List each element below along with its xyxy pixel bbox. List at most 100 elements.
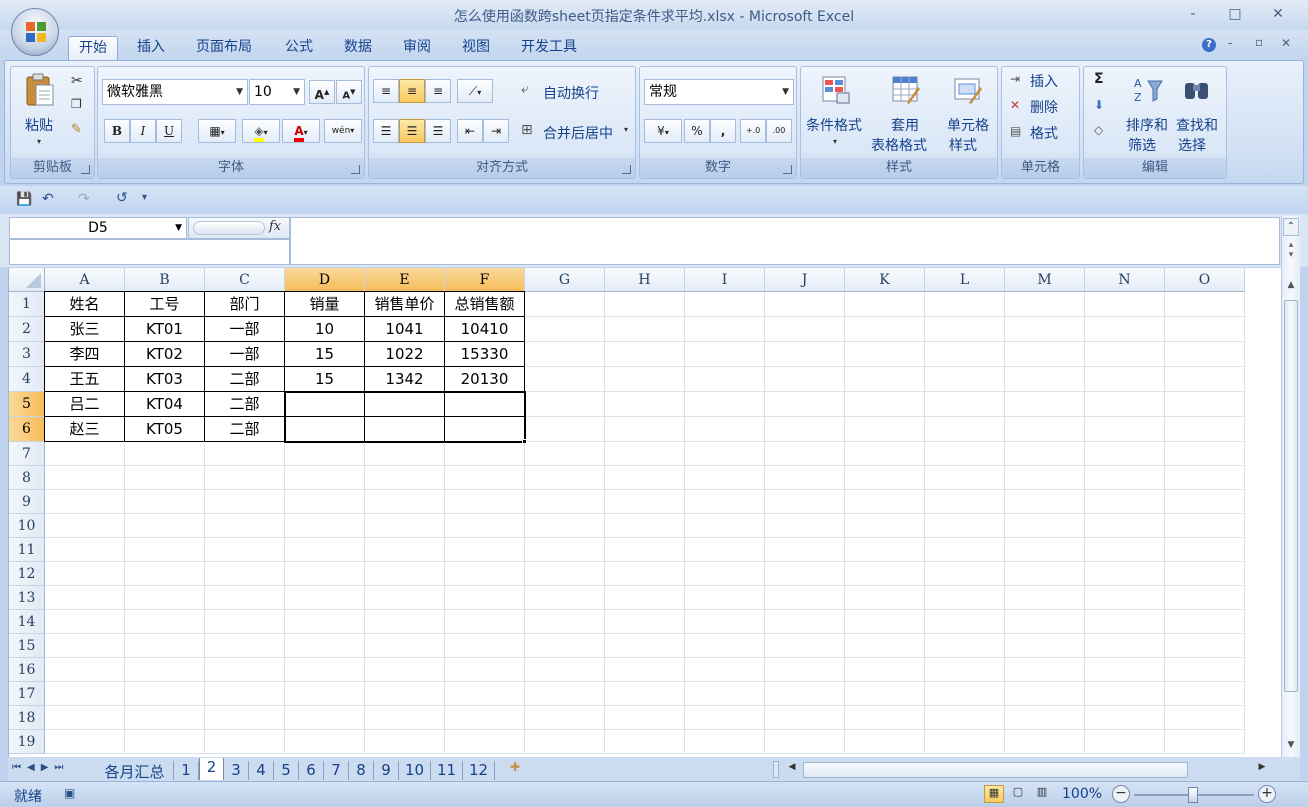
cell-m9[interactable] — [1005, 490, 1085, 514]
cell-j3[interactable] — [765, 342, 845, 367]
cell-i12[interactable] — [685, 562, 765, 586]
cell-h9[interactable] — [605, 490, 685, 514]
zoom-level[interactable]: 100% — [1062, 786, 1102, 802]
percent-button[interactable]: % — [684, 119, 710, 143]
cell-a8[interactable] — [45, 466, 125, 490]
tab-insert[interactable]: 插入 — [127, 36, 175, 60]
cell-e19[interactable] — [365, 730, 445, 754]
cell-g12[interactable] — [525, 562, 605, 586]
maximize-button[interactable]: □ — [1222, 4, 1248, 24]
cell-n11[interactable] — [1085, 538, 1165, 562]
cell-m15[interactable] — [1005, 634, 1085, 658]
clipboard-dialog-launcher[interactable] — [81, 165, 90, 174]
sheet-tab-8[interactable]: 8 — [349, 761, 374, 780]
font-size-combo[interactable]: 10 ▼ — [249, 79, 305, 105]
merge-center-button[interactable]: 合并后居中 — [543, 123, 613, 143]
cell-g17[interactable] — [525, 682, 605, 706]
delete-cells-button[interactable]: 删除 — [1030, 97, 1058, 117]
cell-i14[interactable] — [685, 610, 765, 634]
cell-d14[interactable] — [285, 610, 365, 634]
column-header-c[interactable]: C — [205, 268, 285, 292]
cell-c9[interactable] — [205, 490, 285, 514]
collapse-formula-icon[interactable]: ⌃ — [1283, 218, 1299, 236]
align-bottom-button[interactable]: ≡ — [425, 79, 451, 103]
cell-j8[interactable] — [765, 466, 845, 490]
cell-g13[interactable] — [525, 586, 605, 610]
cell-c6[interactable]: 二部 — [204, 416, 285, 442]
row-header-13[interactable]: 13 — [9, 586, 45, 610]
cell-f5[interactable] — [444, 391, 525, 417]
cell-i1[interactable] — [685, 292, 765, 317]
cell-d17[interactable] — [285, 682, 365, 706]
cell-n18[interactable] — [1085, 706, 1165, 730]
normal-view-icon[interactable]: ▦ — [984, 785, 1004, 803]
cell-g18[interactable] — [525, 706, 605, 730]
align-center-button[interactable]: ☰ — [399, 119, 425, 143]
cell-i18[interactable] — [685, 706, 765, 730]
cell-i7[interactable] — [685, 442, 765, 466]
cell-a9[interactable] — [45, 490, 125, 514]
cell-n4[interactable] — [1085, 367, 1165, 392]
cell-j6[interactable] — [765, 417, 845, 442]
cell-a2[interactable]: 张三 — [44, 316, 125, 342]
cell-a4[interactable]: 王五 — [44, 366, 125, 392]
cell-n3[interactable] — [1085, 342, 1165, 367]
format-as-table-button[interactable]: 表格格式 — [871, 135, 927, 155]
scroll-left-arrow-icon[interactable]: ◀ — [784, 762, 800, 778]
cell-d4[interactable]: 15 — [284, 366, 365, 392]
cell-o17[interactable] — [1165, 682, 1245, 706]
cell-h10[interactable] — [605, 514, 685, 538]
cell-g1[interactable] — [525, 292, 605, 317]
font-dialog-launcher[interactable] — [351, 165, 360, 174]
row-header-18[interactable]: 18 — [9, 706, 45, 730]
cell-e6[interactable] — [364, 416, 445, 442]
horizontal-scroll-thumb[interactable] — [803, 762, 1188, 778]
number-dialog-launcher[interactable] — [783, 165, 792, 174]
cell-l18[interactable] — [925, 706, 1005, 730]
number-format-combo[interactable]: 常规 ▼ — [644, 79, 794, 105]
cell-l13[interactable] — [925, 586, 1005, 610]
fill-handle[interactable] — [522, 439, 527, 444]
cell-g16[interactable] — [525, 658, 605, 682]
cell-o4[interactable] — [1165, 367, 1245, 392]
cell-j12[interactable] — [765, 562, 845, 586]
cell-m8[interactable] — [1005, 466, 1085, 490]
sheet-tab-11[interactable]: 11 — [431, 761, 463, 780]
cell-k12[interactable] — [845, 562, 925, 586]
cell-e10[interactable] — [365, 514, 445, 538]
row-header-8[interactable]: 8 — [9, 466, 45, 490]
row-header-3[interactable]: 3 — [9, 342, 45, 367]
cell-h5[interactable] — [605, 392, 685, 417]
cell-m2[interactable] — [1005, 317, 1085, 342]
zoom-slider-thumb[interactable] — [1188, 787, 1198, 803]
cell-o6[interactable] — [1165, 417, 1245, 442]
cell-h12[interactable] — [605, 562, 685, 586]
cell-m3[interactable] — [1005, 342, 1085, 367]
row-header-6[interactable]: 6 — [9, 417, 45, 442]
cell-j9[interactable] — [765, 490, 845, 514]
cell-g5[interactable] — [525, 392, 605, 417]
format-as-table-label-1[interactable]: 套用 — [891, 115, 919, 135]
cell-l1[interactable] — [925, 292, 1005, 317]
cell-m18[interactable] — [1005, 706, 1085, 730]
cell-b16[interactable] — [125, 658, 205, 682]
cell-d13[interactable] — [285, 586, 365, 610]
cell-h1[interactable] — [605, 292, 685, 317]
cell-e1[interactable]: 销售单价 — [364, 291, 445, 317]
shrink-font-button[interactable]: A▼ — [336, 80, 362, 104]
sheet-tab-2[interactable]: 2 — [199, 758, 224, 780]
cell-m6[interactable] — [1005, 417, 1085, 442]
ribbon-minimize-button[interactable]: - — [1228, 36, 1232, 50]
tab-split-handle[interactable] — [773, 761, 779, 778]
cell-i4[interactable] — [685, 367, 765, 392]
cell-i13[interactable] — [685, 586, 765, 610]
cell-a19[interactable] — [45, 730, 125, 754]
cell-f14[interactable] — [445, 610, 525, 634]
cell-i16[interactable] — [685, 658, 765, 682]
cell-d3[interactable]: 15 — [284, 341, 365, 367]
cell-l5[interactable] — [925, 392, 1005, 417]
save-icon[interactable]: 💾 — [16, 192, 32, 207]
column-header-k[interactable]: K — [845, 268, 925, 292]
cell-m13[interactable] — [1005, 586, 1085, 610]
merge-dropdown-icon[interactable]: ▾ — [624, 125, 628, 134]
